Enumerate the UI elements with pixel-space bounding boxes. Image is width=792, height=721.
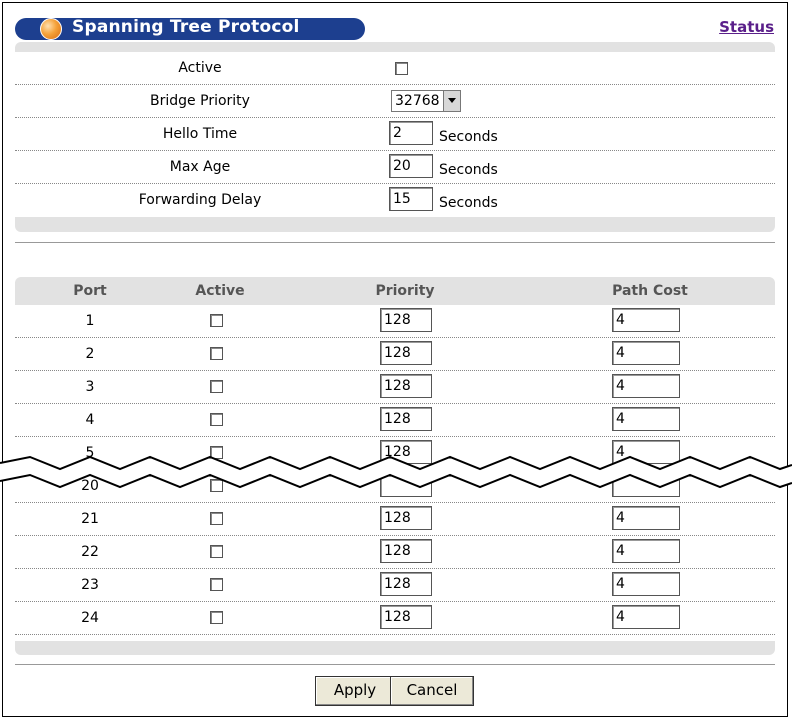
chevron-down-icon[interactable] bbox=[442, 91, 460, 111]
bridge-priority-select[interactable]: 32768 bbox=[391, 90, 461, 112]
port-active-checkbox[interactable] bbox=[210, 611, 223, 624]
port-active-checkbox[interactable] bbox=[210, 512, 223, 525]
port-number: 21 bbox=[81, 511, 99, 527]
port-path-cost-input[interactable]: 4 bbox=[612, 341, 680, 365]
port-priority-input[interactable]: 128 bbox=[380, 605, 432, 629]
table-row: 23 128 4 bbox=[15, 569, 775, 602]
port-number: 24 bbox=[81, 610, 99, 626]
hello-time-label: Hello Time bbox=[162, 126, 238, 142]
port-path-cost-input[interactable]: 4 bbox=[612, 605, 680, 629]
status-link[interactable]: Status bbox=[719, 18, 774, 36]
hello-time-unit: Seconds bbox=[439, 129, 498, 145]
title-orb-icon bbox=[40, 18, 62, 40]
max-age-input[interactable]: 20 bbox=[389, 154, 433, 178]
active-label: Active bbox=[178, 60, 222, 76]
port-number: 4 bbox=[85, 412, 95, 428]
max-age-unit: Seconds bbox=[439, 162, 498, 178]
general-settings-panel: Active Bridge Priority 32768 Hello Time … bbox=[15, 42, 775, 232]
stp-active-checkbox[interactable] bbox=[395, 62, 408, 75]
port-active-checkbox[interactable] bbox=[210, 314, 223, 327]
forwarding-delay-unit: Seconds bbox=[439, 195, 498, 211]
port-priority-input[interactable]: 128 bbox=[380, 506, 432, 530]
port-active-checkbox[interactable] bbox=[210, 380, 223, 393]
table-row: 3 128 4 bbox=[15, 371, 775, 404]
port-priority-input[interactable]: 128 bbox=[380, 374, 432, 398]
port-path-cost-input[interactable]: 4 bbox=[612, 539, 680, 563]
port-active-checkbox[interactable] bbox=[210, 578, 223, 591]
max-age-label: Max Age bbox=[169, 159, 231, 175]
table-row: 2 128 4 bbox=[15, 338, 775, 371]
port-path-cost-input[interactable]: 4 bbox=[612, 407, 680, 431]
port-number: 3 bbox=[85, 379, 95, 395]
port-priority-input[interactable]: 128 bbox=[380, 572, 432, 596]
table-row: 1 128 4 bbox=[15, 305, 775, 338]
port-active-checkbox[interactable] bbox=[210, 413, 223, 426]
hello-time-input[interactable]: 2 bbox=[389, 121, 433, 145]
bridge-priority-label: Bridge Priority bbox=[150, 93, 250, 109]
col-path-cost-header: Path Cost bbox=[612, 283, 688, 299]
port-number: 23 bbox=[81, 577, 99, 593]
port-priority-input[interactable]: 128 bbox=[380, 341, 432, 365]
port-number: 1 bbox=[85, 313, 95, 329]
apply-button[interactable]: Apply bbox=[315, 676, 395, 706]
col-active-header: Active bbox=[195, 283, 245, 299]
port-active-checkbox[interactable] bbox=[210, 545, 223, 558]
col-port-header: Port bbox=[73, 283, 107, 299]
bridge-priority-row: Bridge Priority 32768 bbox=[15, 85, 775, 118]
table-row: 24 128 4 bbox=[15, 602, 775, 635]
port-priority-input[interactable]: 128 bbox=[380, 539, 432, 563]
table-row: 21 128 4 bbox=[15, 503, 775, 536]
divider bbox=[15, 242, 775, 243]
port-number: 2 bbox=[85, 346, 95, 362]
hello-time-row: Hello Time 2 Seconds bbox=[15, 118, 775, 151]
port-path-cost-input[interactable]: 4 bbox=[612, 572, 680, 596]
active-row: Active bbox=[15, 52, 775, 85]
divider bbox=[15, 664, 775, 665]
bridge-priority-value: 32768 bbox=[395, 93, 440, 109]
port-priority-input[interactable]: 128 bbox=[380, 308, 432, 332]
port-path-cost-input[interactable]: 4 bbox=[612, 374, 680, 398]
port-priority-input[interactable]: 128 bbox=[380, 407, 432, 431]
port-active-checkbox[interactable] bbox=[210, 347, 223, 360]
col-priority-header: Priority bbox=[375, 283, 435, 299]
forwarding-delay-row: Forwarding Delay 15 Seconds bbox=[15, 184, 775, 217]
table-break-zigzag bbox=[0, 455, 792, 489]
port-path-cost-input[interactable]: 4 bbox=[612, 308, 680, 332]
forwarding-delay-label: Forwarding Delay bbox=[138, 192, 262, 208]
forwarding-delay-input[interactable]: 15 bbox=[389, 187, 433, 211]
max-age-row: Max Age 20 Seconds bbox=[15, 151, 775, 184]
table-row: 22 128 4 bbox=[15, 536, 775, 569]
port-number: 22 bbox=[81, 544, 99, 560]
cancel-button[interactable]: Cancel bbox=[390, 676, 474, 706]
page-title: Spanning Tree Protocol bbox=[72, 17, 300, 37]
table-row: 4 128 4 bbox=[15, 404, 775, 437]
port-path-cost-input[interactable]: 4 bbox=[612, 506, 680, 530]
